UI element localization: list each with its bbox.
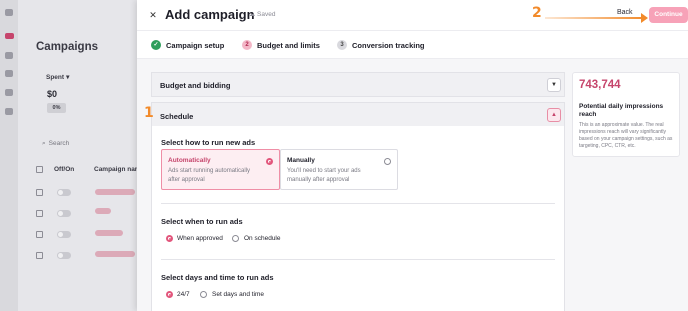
divider — [161, 203, 555, 204]
annotation-arrow-head — [641, 13, 648, 23]
column-header-campaign-name[interactable]: Campaign name — [94, 166, 137, 173]
campaign-name-placeholder — [95, 230, 123, 236]
column-header-off-on[interactable]: Off/On — [54, 166, 74, 173]
budget-and-bidding-section[interactable]: Budget and bidding — [151, 72, 565, 97]
chevron-up-icon[interactable]: ▲ — [547, 108, 561, 122]
campaign-name-placeholder — [95, 208, 111, 214]
document-icon[interactable] — [5, 108, 13, 115]
step-budget-and-limits[interactable]: 2 Budget and limits — [242, 40, 320, 50]
campaign-search-input[interactable]: Search — [42, 140, 70, 148]
check-icon: ✓ — [151, 40, 161, 50]
radio-on-schedule[interactable] — [232, 235, 239, 242]
radio-24-7[interactable] — [166, 291, 173, 298]
row-checkbox[interactable] — [36, 189, 43, 196]
days-time-label: Select days and time to run ads — [161, 273, 274, 282]
step-conversion-tracking[interactable]: 3 Conversion tracking — [337, 40, 425, 50]
divider — [161, 259, 555, 260]
annotation-step-2: 2 — [532, 5, 542, 21]
run-when-label: Select when to run ads — [161, 217, 243, 226]
24-7-label[interactable]: 24/7 — [177, 291, 190, 298]
section-title: Schedule — [160, 112, 194, 121]
annotation-step-1: 1 — [144, 105, 154, 121]
campaign-name-placeholder — [95, 251, 135, 257]
reach-title: Potential daily impressions reach — [579, 103, 664, 118]
users-icon[interactable] — [5, 89, 13, 96]
modal-title: Add campaign — [165, 7, 255, 22]
spent-value: $0 — [47, 89, 58, 99]
continue-button[interactable]: Continue — [649, 7, 688, 23]
row-checkbox[interactable] — [36, 210, 43, 217]
row-checkbox[interactable] — [36, 231, 43, 238]
row-toggle[interactable] — [57, 252, 71, 259]
row-toggle[interactable] — [57, 210, 71, 217]
option-title: Automatically — [168, 157, 211, 164]
schedule-section[interactable]: Schedule — [151, 102, 565, 127]
set-days-and-time-label[interactable]: Set days and time — [212, 291, 264, 298]
run-mode-label: Select how to run new ads — [161, 138, 256, 147]
flag-icon[interactable] — [5, 52, 13, 59]
step-campaign-setup[interactable]: ✓ Campaign setup — [151, 40, 224, 50]
app-sidebar-rail — [0, 0, 18, 311]
radio-set-days-and-time[interactable] — [200, 291, 207, 298]
step-label: Campaign setup — [166, 40, 225, 50]
radio-automatically[interactable] — [266, 158, 273, 165]
saved-status-text: Saved — [257, 11, 276, 18]
reach-value: 743,744 — [579, 79, 621, 91]
saved-status: ☁ Saved — [249, 11, 275, 18]
option-automatically[interactable]: Automatically Ads start running automati… — [161, 149, 280, 190]
reach-description: This is an approximate value. The real i… — [579, 122, 673, 149]
row-checkbox[interactable] — [36, 252, 43, 259]
close-icon[interactable]: ✕ — [148, 10, 158, 20]
campaign-name-placeholder — [95, 189, 135, 195]
section-title: Budget and bidding — [160, 81, 231, 90]
on-schedule-label[interactable]: On schedule — [244, 235, 281, 242]
cloud-check-icon: ☁ — [249, 12, 255, 18]
option-description: Ads start running automatically after ap… — [168, 168, 251, 183]
when-approved-label[interactable]: When approved — [177, 235, 223, 242]
step-number: 3 — [337, 40, 347, 50]
option-manually[interactable]: Manually You'll need to start your ads m… — [280, 149, 398, 190]
radio-manually[interactable] — [384, 158, 391, 165]
step-label: Conversion tracking — [352, 40, 425, 50]
chevrons-icon[interactable] — [5, 70, 13, 77]
step-number: 2 — [242, 40, 252, 50]
megaphone-icon[interactable] — [5, 33, 14, 39]
campaigns-page-title: Campaigns — [36, 41, 98, 53]
option-description: You'll need to start your ads manually a… — [287, 168, 361, 183]
step-label: Budget and limits — [257, 40, 320, 50]
chevron-down-icon[interactable]: ▼ — [547, 78, 561, 92]
spent-percent-badge: 0% — [47, 103, 66, 113]
annotation-arrow — [545, 17, 645, 19]
option-title: Manually — [287, 157, 315, 164]
back-button[interactable]: Back — [617, 9, 633, 16]
select-all-checkbox[interactable] — [36, 166, 43, 173]
key-icon[interactable] — [5, 9, 13, 16]
row-toggle[interactable] — [57, 189, 71, 196]
row-toggle[interactable] — [57, 231, 71, 238]
radio-when-approved[interactable] — [166, 235, 173, 242]
spent-dropdown[interactable]: Spent — [46, 73, 69, 81]
